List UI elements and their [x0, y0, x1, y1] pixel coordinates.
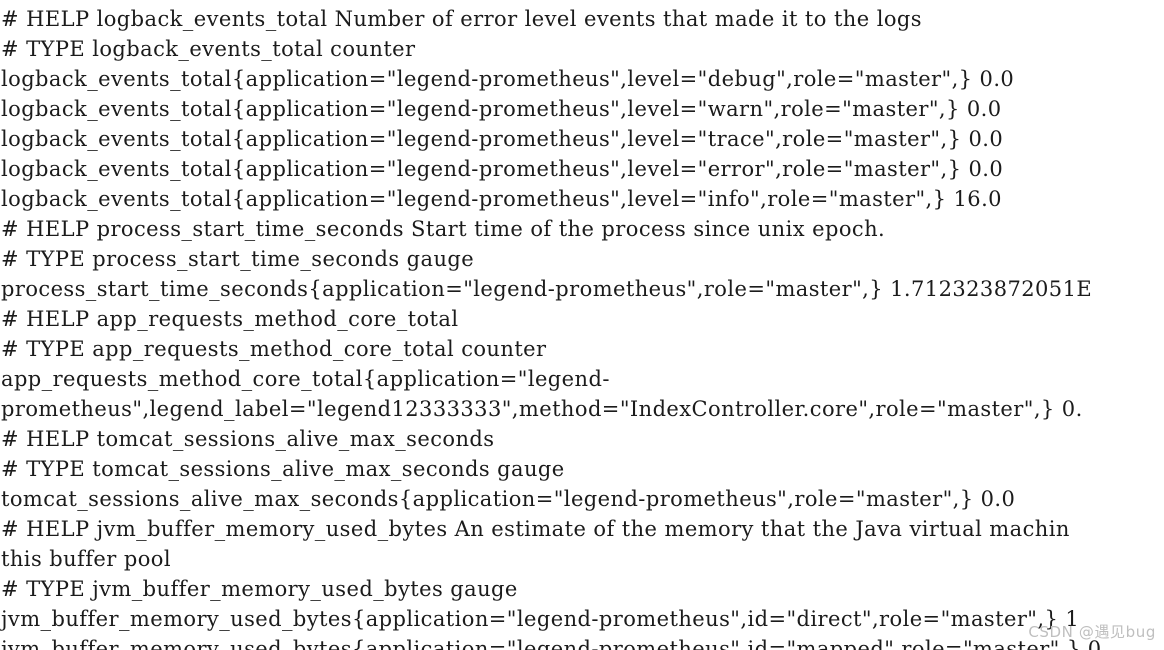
metric-line: # HELP app_requests_method_core_total — [1, 307, 459, 331]
metric-line: # HELP process_start_time_seconds Start … — [1, 217, 886, 241]
metric-line: tomcat_sessions_alive_max_seconds{applic… — [1, 487, 1016, 511]
metric-line: process_start_time_seconds{application="… — [1, 277, 1093, 301]
metric-line: logback_events_total{application="legend… — [1, 127, 1004, 151]
metric-line: jvm_buffer_memory_used_bytes{application… — [1, 607, 1080, 631]
metrics-output-viewport[interactable]: # HELP logback_events_total Number of er… — [0, 0, 1164, 650]
metric-line: # TYPE jvm_buffer_memory_used_bytes gaug… — [1, 577, 518, 601]
metric-line: logback_events_total{application="legend… — [1, 67, 1015, 91]
metric-line: logback_events_total{application="legend… — [1, 97, 1002, 121]
metric-line: # TYPE logback_events_total counter — [1, 37, 416, 61]
metric-line: # TYPE tomcat_sessions_alive_max_seconds… — [1, 457, 565, 481]
metric-line: logback_events_total{application="legend… — [1, 157, 1004, 181]
metric-line: app_requests_method_core_total{applicati… — [1, 367, 610, 391]
metric-line: # HELP tomcat_sessions_alive_max_seconds — [1, 427, 495, 451]
metric-line: # TYPE app_requests_method_core_total co… — [1, 337, 547, 361]
metrics-text-block[interactable]: # HELP logback_events_total Number of er… — [0, 0, 1164, 650]
metric-line: logback_events_total{application="legend… — [1, 187, 1002, 211]
metric-line: # HELP jvm_buffer_memory_used_bytes An e… — [1, 517, 1070, 541]
metric-line: # TYPE process_start_time_seconds gauge — [1, 247, 475, 271]
metric-line: prometheus",legend_label="legend12333333… — [1, 397, 1083, 421]
metric-line: this buffer pool — [1, 547, 171, 571]
metric-line: # HELP logback_events_total Number of er… — [1, 7, 922, 31]
metric-line: jvm_buffer_memory_used_bytes{application… — [1, 637, 1102, 650]
